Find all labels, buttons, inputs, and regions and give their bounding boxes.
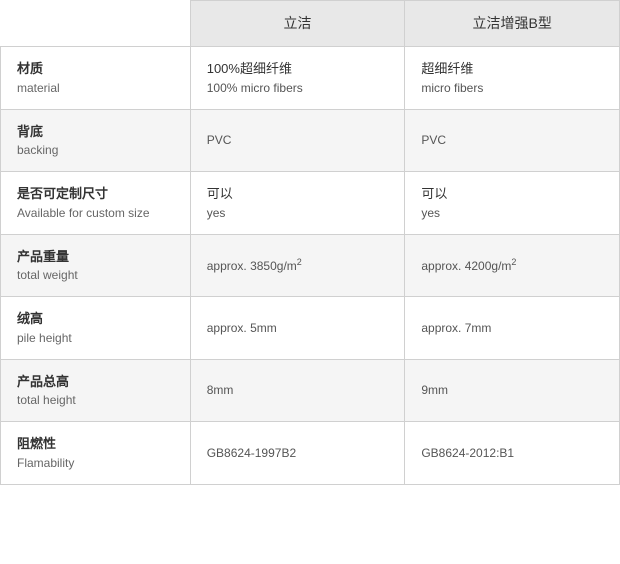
val2-total-height: 9mm [405,359,620,422]
val2-material: 超细纤维micro fibers [405,47,620,110]
val1-total-height: 8mm [190,359,405,422]
val1-en-custom-size: yes [207,204,389,222]
val2-backing: PVC [405,109,620,172]
label-zh-material: 材质 [17,59,174,79]
label-total-height: 产品总高total height [1,359,191,422]
label-zh-flamability: 阻燃性 [17,434,174,454]
label-en-total-weight: total weight [17,266,174,284]
val2-en-material: micro fibers [421,79,603,97]
val1-zh-material: 100%超细纤维 [207,59,389,79]
label-flamability: 阻燃性Flamability [1,422,191,485]
label-en-material: material [17,79,174,97]
val2-en-flamability: GB8624-2012:B1 [421,444,603,462]
label-custom-size: 是否可定制尺寸Available for custom size [1,172,191,235]
label-zh-custom-size: 是否可定制尺寸 [17,184,174,204]
label-zh-total-weight: 产品重量 [17,247,174,267]
val1-en-material: 100% micro fibers [207,79,389,97]
label-zh-pile-height: 绒高 [17,309,174,329]
label-en-custom-size: Available for custom size [17,204,174,222]
val1-en-total-weight: approx. 3850g/m2 [207,256,389,275]
val2-en-total-weight: approx. 4200g/m2 [421,256,603,275]
val2-flamability: GB8624-2012:B1 [405,422,620,485]
comparison-table: 立洁 立洁增强B型 材质material100%超细纤维100% micro f… [0,0,620,485]
label-zh-backing: 背底 [17,122,174,142]
val1-en-pile-height: approx. 5mm [207,319,389,337]
row-material: 材质material100%超细纤维100% micro fibers超细纤维m… [1,47,620,110]
val1-pile-height: approx. 5mm [190,297,405,360]
header-empty [1,1,191,47]
val2-zh-material: 超细纤维 [421,59,603,79]
label-zh-total-height: 产品总高 [17,372,174,392]
label-en-total-height: total height [17,391,174,409]
val2-pile-height: approx. 7mm [405,297,620,360]
val2-en-total-height: 9mm [421,381,603,399]
val2-total-weight: approx. 4200g/m2 [405,234,620,297]
row-flamability: 阻燃性Flamability GB8624-1997B2 GB8624-2012:B… [1,422,620,485]
val1-en-backing: PVC [207,131,389,149]
val1-material: 100%超细纤维100% micro fibers [190,47,405,110]
val2-en-backing: PVC [421,131,603,149]
row-total-height: 产品总高total height 8mm 9mm [1,359,620,422]
row-total-weight: 产品重量total weight approx. 3850g/m2 approx. … [1,234,620,297]
val2-custom-size: 可以yes [405,172,620,235]
label-total-weight: 产品重量total weight [1,234,191,297]
val1-zh-custom-size: 可以 [207,184,389,204]
val1-custom-size: 可以yes [190,172,405,235]
label-material: 材质material [1,47,191,110]
val1-backing: PVC [190,109,405,172]
label-en-backing: backing [17,141,174,159]
row-backing: 背底backing PVC PVC [1,109,620,172]
row-custom-size: 是否可定制尺寸Available for custom size可以yes可以y… [1,172,620,235]
label-backing: 背底backing [1,109,191,172]
label-en-flamability: Flamability [17,454,174,472]
label-en-pile-height: pile height [17,329,174,347]
val1-flamability: GB8624-1997B2 [190,422,405,485]
header-col1: 立洁 [190,1,405,47]
val2-zh-custom-size: 可以 [421,184,603,204]
val2-en-custom-size: yes [421,204,603,222]
row-pile-height: 绒高pile height approx. 5mm approx. 7mm [1,297,620,360]
header-col2: 立洁增强B型 [405,1,620,47]
spec-table: 立洁 立洁增强B型 材质material100%超细纤维100% micro f… [0,0,620,485]
val2-en-pile-height: approx. 7mm [421,319,603,337]
header-row: 立洁 立洁增强B型 [1,1,620,47]
val1-en-total-height: 8mm [207,381,389,399]
label-pile-height: 绒高pile height [1,297,191,360]
val1-total-weight: approx. 3850g/m2 [190,234,405,297]
val1-en-flamability: GB8624-1997B2 [207,444,389,462]
